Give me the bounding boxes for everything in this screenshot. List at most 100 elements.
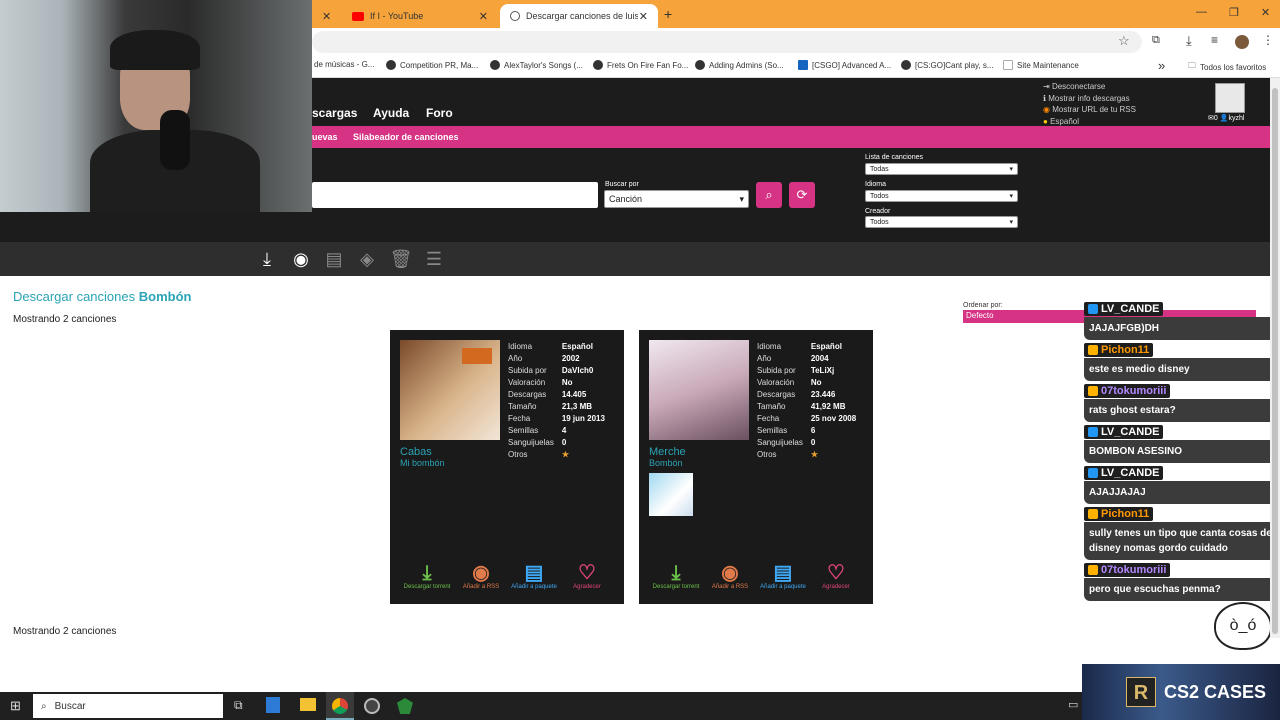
search-by-select[interactable]: Canción ▾ xyxy=(604,190,749,208)
nav-foro[interactable]: Foro xyxy=(426,106,453,120)
song-card: Idioma Español Año 2002 Subida por DaVIch0 Val… xyxy=(390,330,624,604)
meta-value: Español xyxy=(561,342,593,351)
album-cover[interactable] xyxy=(649,340,749,440)
bookmark-item[interactable]: Site Maintenance xyxy=(1003,60,1079,70)
close-icon[interactable]: ✕ xyxy=(639,10,648,23)
taskbar-search[interactable]: ⌕ Buscar xyxy=(33,694,223,718)
close-icon[interactable]: ✕ xyxy=(479,10,488,23)
meta-value: ★ xyxy=(561,450,569,459)
chevron-down-icon: ▾ xyxy=(1009,166,1013,173)
tray-icon[interactable]: ▭ xyxy=(1068,698,1078,711)
add-rss-button[interactable]: ◉ Añadir a RSS xyxy=(705,562,755,590)
bookmarks-more-button[interactable]: » xyxy=(1158,58,1165,73)
meta-value: 19 jun 2013 xyxy=(561,414,605,423)
media-icon[interactable]: ≡ xyxy=(1211,33,1218,47)
search-button[interactable]: ⌕ xyxy=(756,182,782,208)
song-artist[interactable]: Merche xyxy=(649,446,686,458)
chat-message: LV_CANDE BOMBON ASESINO xyxy=(1084,425,1278,463)
task-view-icon[interactable]: ⧉ xyxy=(234,698,243,713)
bookmark-icon xyxy=(1003,60,1013,70)
close-icon[interactable]: ✕ xyxy=(322,10,331,23)
subnav-nuevas[interactable]: uevas xyxy=(312,132,338,142)
calculator-icon[interactable] xyxy=(266,697,280,713)
add-package-button[interactable]: ▤ Añadir a paquete xyxy=(758,562,808,590)
shield-app-icon[interactable] xyxy=(397,698,413,714)
chat-username[interactable]: LV_CANDE xyxy=(1084,466,1164,480)
chat-username[interactable]: Pichon11 xyxy=(1084,343,1154,357)
bookmark-item[interactable]: [CS:GO]Cant play, s... xyxy=(901,60,994,70)
microphone-icon xyxy=(160,110,190,170)
download-torrent-button[interactable]: ⤓ Descargar torrent xyxy=(651,562,701,590)
bookmark-item[interactable]: AlexTaylor's Songs (... xyxy=(490,60,583,70)
avatar[interactable] xyxy=(1235,35,1249,49)
rss-url-link[interactable]: ◉ Mostrar URL de tu RSS xyxy=(1043,104,1136,116)
subnav-silabeador[interactable]: Silabeador de canciones xyxy=(353,132,459,142)
nav-descargas[interactable]: scargas xyxy=(312,106,357,120)
scrollbar-thumb[interactable] xyxy=(1272,88,1278,634)
username[interactable]: kyzhl xyxy=(1228,115,1244,122)
dropbox-icon[interactable]: ◈ xyxy=(354,246,380,272)
search-input[interactable] xyxy=(312,182,598,208)
all-bookmarks-button[interactable]: 🗀 Todos los favoritos xyxy=(1188,60,1266,74)
chrome-taskbar-button[interactable] xyxy=(326,692,354,720)
chat-username[interactable]: LV_CANDE xyxy=(1084,425,1164,439)
download-icon[interactable]: ⤓ xyxy=(1186,33,1192,49)
menu-icon[interactable]: ⋮ xyxy=(1262,33,1274,47)
add-rss-button[interactable]: ◉ Añadir a RSS xyxy=(456,562,506,590)
song-artist[interactable]: Cabas xyxy=(400,446,432,458)
file-explorer-icon[interactable] xyxy=(300,698,316,711)
meta-value: 14.405 xyxy=(561,390,587,399)
new-tab-button[interactable]: + xyxy=(664,6,672,22)
chat-username[interactable]: Pichon11 xyxy=(1084,507,1154,521)
song-title[interactable]: Bombón xyxy=(649,458,683,468)
thanks-button[interactable]: ♡ Agradecer xyxy=(811,562,861,590)
windows-start-icon[interactable]: ⊞ xyxy=(10,698,21,714)
album-cover[interactable] xyxy=(400,340,500,440)
extensions-icon[interactable]: ⧉ xyxy=(1152,34,1160,47)
download-torrent-button[interactable]: ⤓ Descargar torrent xyxy=(402,562,452,590)
user-avatar[interactable] xyxy=(1215,83,1245,113)
filter-label: Creador xyxy=(865,208,891,215)
tab-youtube[interactable]: If I - YouTube ✕ xyxy=(342,4,498,28)
meta-value: 2002 xyxy=(561,354,580,363)
nav-ayuda[interactable]: Ayuda xyxy=(373,106,409,120)
tab-descargar[interactable]: Descargar canciones de luis fo ✕ xyxy=(500,4,658,28)
ad-banner[interactable]: R CS2 CASES xyxy=(1082,664,1280,720)
url-input[interactable] xyxy=(312,31,1142,53)
download-icon[interactable]: ⤓ xyxy=(254,246,280,272)
bookmark-item[interactable]: [CSGO] Advanced A... xyxy=(798,60,891,70)
meta-row: Subida por DaVIch0 xyxy=(508,366,611,376)
thanks-button[interactable]: ♡ Agradecer xyxy=(562,562,612,590)
close-window-button[interactable]: ✕ xyxy=(1261,6,1270,19)
bookmark-item[interactable]: de músicas - G... xyxy=(314,60,374,69)
reset-button[interactable]: ⟳ xyxy=(789,182,815,208)
archive-icon[interactable]: ▤ xyxy=(321,246,347,272)
filter-creador-select[interactable]: Todos ▾ xyxy=(865,216,1018,228)
minimize-button[interactable]: — xyxy=(1196,6,1207,19)
bookmark-item[interactable]: Adding Admins (So... xyxy=(695,60,784,70)
show-info-link[interactable]: ℹ Mostrar info descargas xyxy=(1043,93,1136,105)
add-package-button[interactable]: ▤ Añadir a paquete xyxy=(509,562,559,590)
page-scrollbar[interactable] xyxy=(1270,78,1280,638)
trash-icon[interactable]: 🗑 xyxy=(388,246,414,272)
bookmark-item[interactable]: Frets On Fire Fan Fo... xyxy=(593,60,688,70)
list-icon[interactable]: ☰ xyxy=(421,246,447,272)
maximize-button[interactable]: ❐ xyxy=(1229,6,1239,19)
bookmark-item[interactable]: Competition PR, Ma... xyxy=(386,60,478,70)
chat-username[interactable]: 07tokumoriii xyxy=(1084,563,1171,577)
rss-icon: ◉ xyxy=(721,562,739,584)
rss-icon[interactable]: ◉ xyxy=(288,246,314,272)
song-title[interactable]: Mi bombón xyxy=(400,458,445,468)
chat-username[interactable]: 07tokumoriii xyxy=(1084,384,1171,398)
filter-lista-select[interactable]: Todas ▾ xyxy=(865,163,1018,175)
singstar-thumb[interactable] xyxy=(649,473,693,516)
meta-row: Valoración No xyxy=(508,378,611,388)
chat-username[interactable]: LV_CANDE xyxy=(1084,302,1164,316)
tab-close-prev[interactable]: ✕ xyxy=(312,4,340,28)
obs-icon[interactable] xyxy=(364,698,380,714)
filter-label: Idioma xyxy=(865,181,887,188)
logout-link[interactable]: ⇥ Desconectarse xyxy=(1043,81,1136,93)
filter-idioma-select[interactable]: Todos ▾ xyxy=(865,190,1018,202)
meta-row: Sanguijuelas 0 xyxy=(757,438,862,448)
star-icon[interactable]: ☆ xyxy=(1118,33,1130,49)
